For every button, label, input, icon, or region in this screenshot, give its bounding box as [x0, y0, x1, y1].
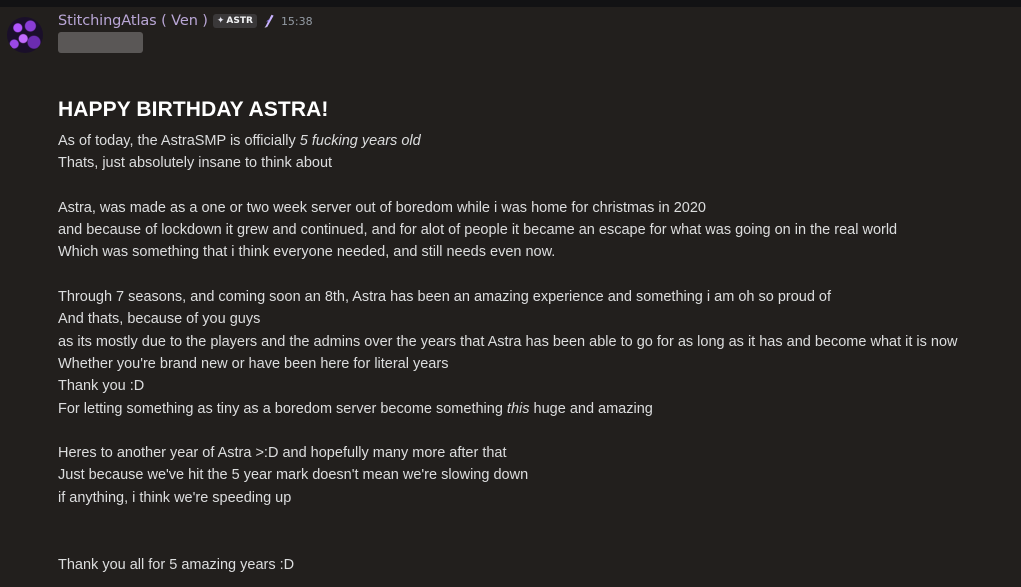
message-line: Astra, was made as a one or two week ser…	[58, 199, 706, 216]
message-heading: HAPPY BIRTHDAY ASTRA!	[58, 98, 329, 121]
message-line: and because of lockdown it grew and cont…	[58, 222, 898, 239]
text-segment: For letting something as tiny as a bored…	[58, 400, 507, 417]
nitro-icon[interactable]	[263, 14, 275, 28]
guild-tag-label: ASTR	[226, 15, 253, 26]
italic-text: 5 fucking years old	[299, 133, 421, 149]
redacted-block	[58, 32, 143, 53]
message-line: For letting something as tiny as a bored…	[58, 398, 1018, 420]
message-header: StitchingAtlas ( Ven ) ✦ ASTR 15:38	[58, 10, 313, 32]
chat-message: StitchingAtlas ( Ven ) ✦ ASTR 15:38 HAPP…	[0, 7, 1021, 587]
italic-text: this	[506, 400, 530, 417]
message-line: As of today, the AstraSMP is officially …	[58, 130, 1018, 152]
message-line: Which was something that i think everyon…	[58, 244, 556, 261]
text-segment: huge and amazing	[529, 400, 653, 417]
text-segment: As of today, the AstraSMP is officially	[58, 133, 300, 149]
message-line: Heres to another year of Astra >:D and h…	[58, 445, 507, 462]
window-top-bar	[0, 0, 1021, 7]
message-line: Thank you all for 5 amazing years :D	[58, 556, 295, 573]
message-line: Thats, just absolutely insane to think a…	[58, 155, 333, 172]
message-line: And thats, because of you guys	[58, 311, 261, 328]
message-line: as its mostly due to the players and the…	[58, 333, 958, 350]
avatar[interactable]	[7, 17, 43, 53]
message-line: Just because we've hit the 5 year mark d…	[58, 467, 529, 484]
timestamp[interactable]: 15:38	[281, 15, 313, 28]
message-content: HAPPY BIRTHDAY ASTRA! As of today, the A…	[58, 95, 1018, 576]
author-name[interactable]: StitchingAtlas ( Ven )	[58, 13, 208, 29]
guild-tag[interactable]: ✦ ASTR	[212, 14, 257, 28]
message-line: Thank you :D	[58, 378, 145, 395]
sparkle-icon: ✦	[216, 15, 225, 26]
message-line: Through 7 seasons, and coming soon an 8t…	[58, 289, 832, 306]
message-line: if anything, i think we're speeding up	[58, 489, 292, 506]
message-line: Whether you're brand new or have been he…	[58, 355, 449, 372]
